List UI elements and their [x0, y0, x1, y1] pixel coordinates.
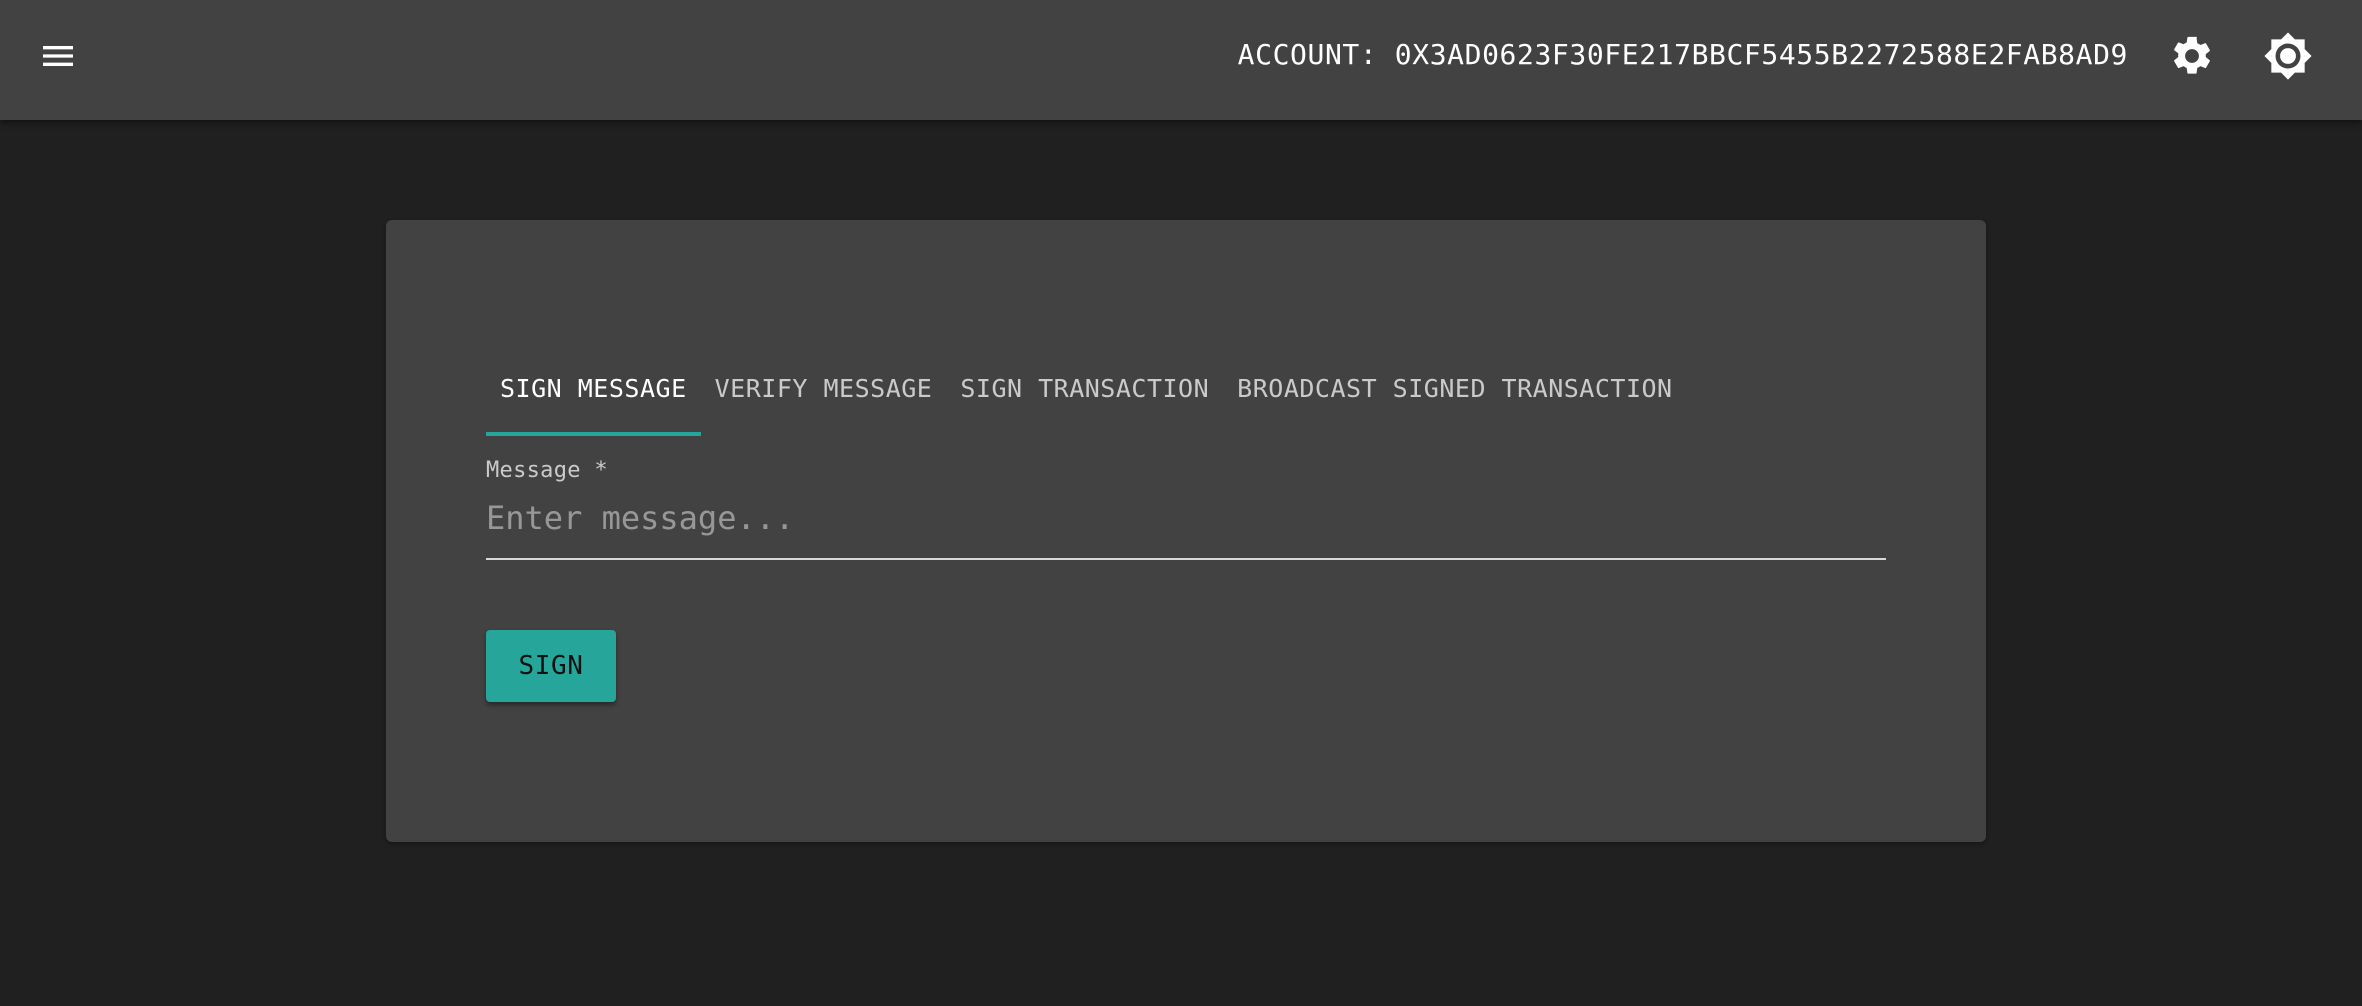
message-label: Message * — [486, 458, 608, 483]
tab-sign-transaction[interactable]: SIGN TRANSACTION — [946, 340, 1223, 436]
tab-broadcast-signed-transaction[interactable]: BROADCAST SIGNED TRANSACTION — [1223, 340, 1686, 436]
sign-button[interactable]: SIGN — [486, 630, 616, 702]
brightness-icon — [2264, 32, 2312, 80]
theme-toggle-button[interactable] — [2252, 20, 2324, 92]
menu-button[interactable] — [22, 20, 94, 92]
settings-button[interactable] — [2156, 20, 2228, 92]
app-bar: ACCOUNT: 0X3AD0623F30FE217BBCF5455B22725… — [0, 0, 2362, 120]
tools-card: SIGN MESSAGE VERIFY MESSAGE SIGN TRANSAC… — [386, 220, 1986, 842]
tab-verify-message[interactable]: VERIFY MESSAGE — [701, 340, 947, 436]
tab-bar: SIGN MESSAGE VERIFY MESSAGE SIGN TRANSAC… — [486, 340, 1687, 436]
account-address: ACCOUNT: 0X3AD0623F30FE217BBCF5455B22725… — [1237, 38, 2128, 71]
message-input[interactable] — [486, 492, 1886, 560]
gear-icon — [2174, 36, 2210, 74]
tab-sign-message[interactable]: SIGN MESSAGE — [486, 340, 701, 436]
menu-icon — [43, 46, 73, 66]
